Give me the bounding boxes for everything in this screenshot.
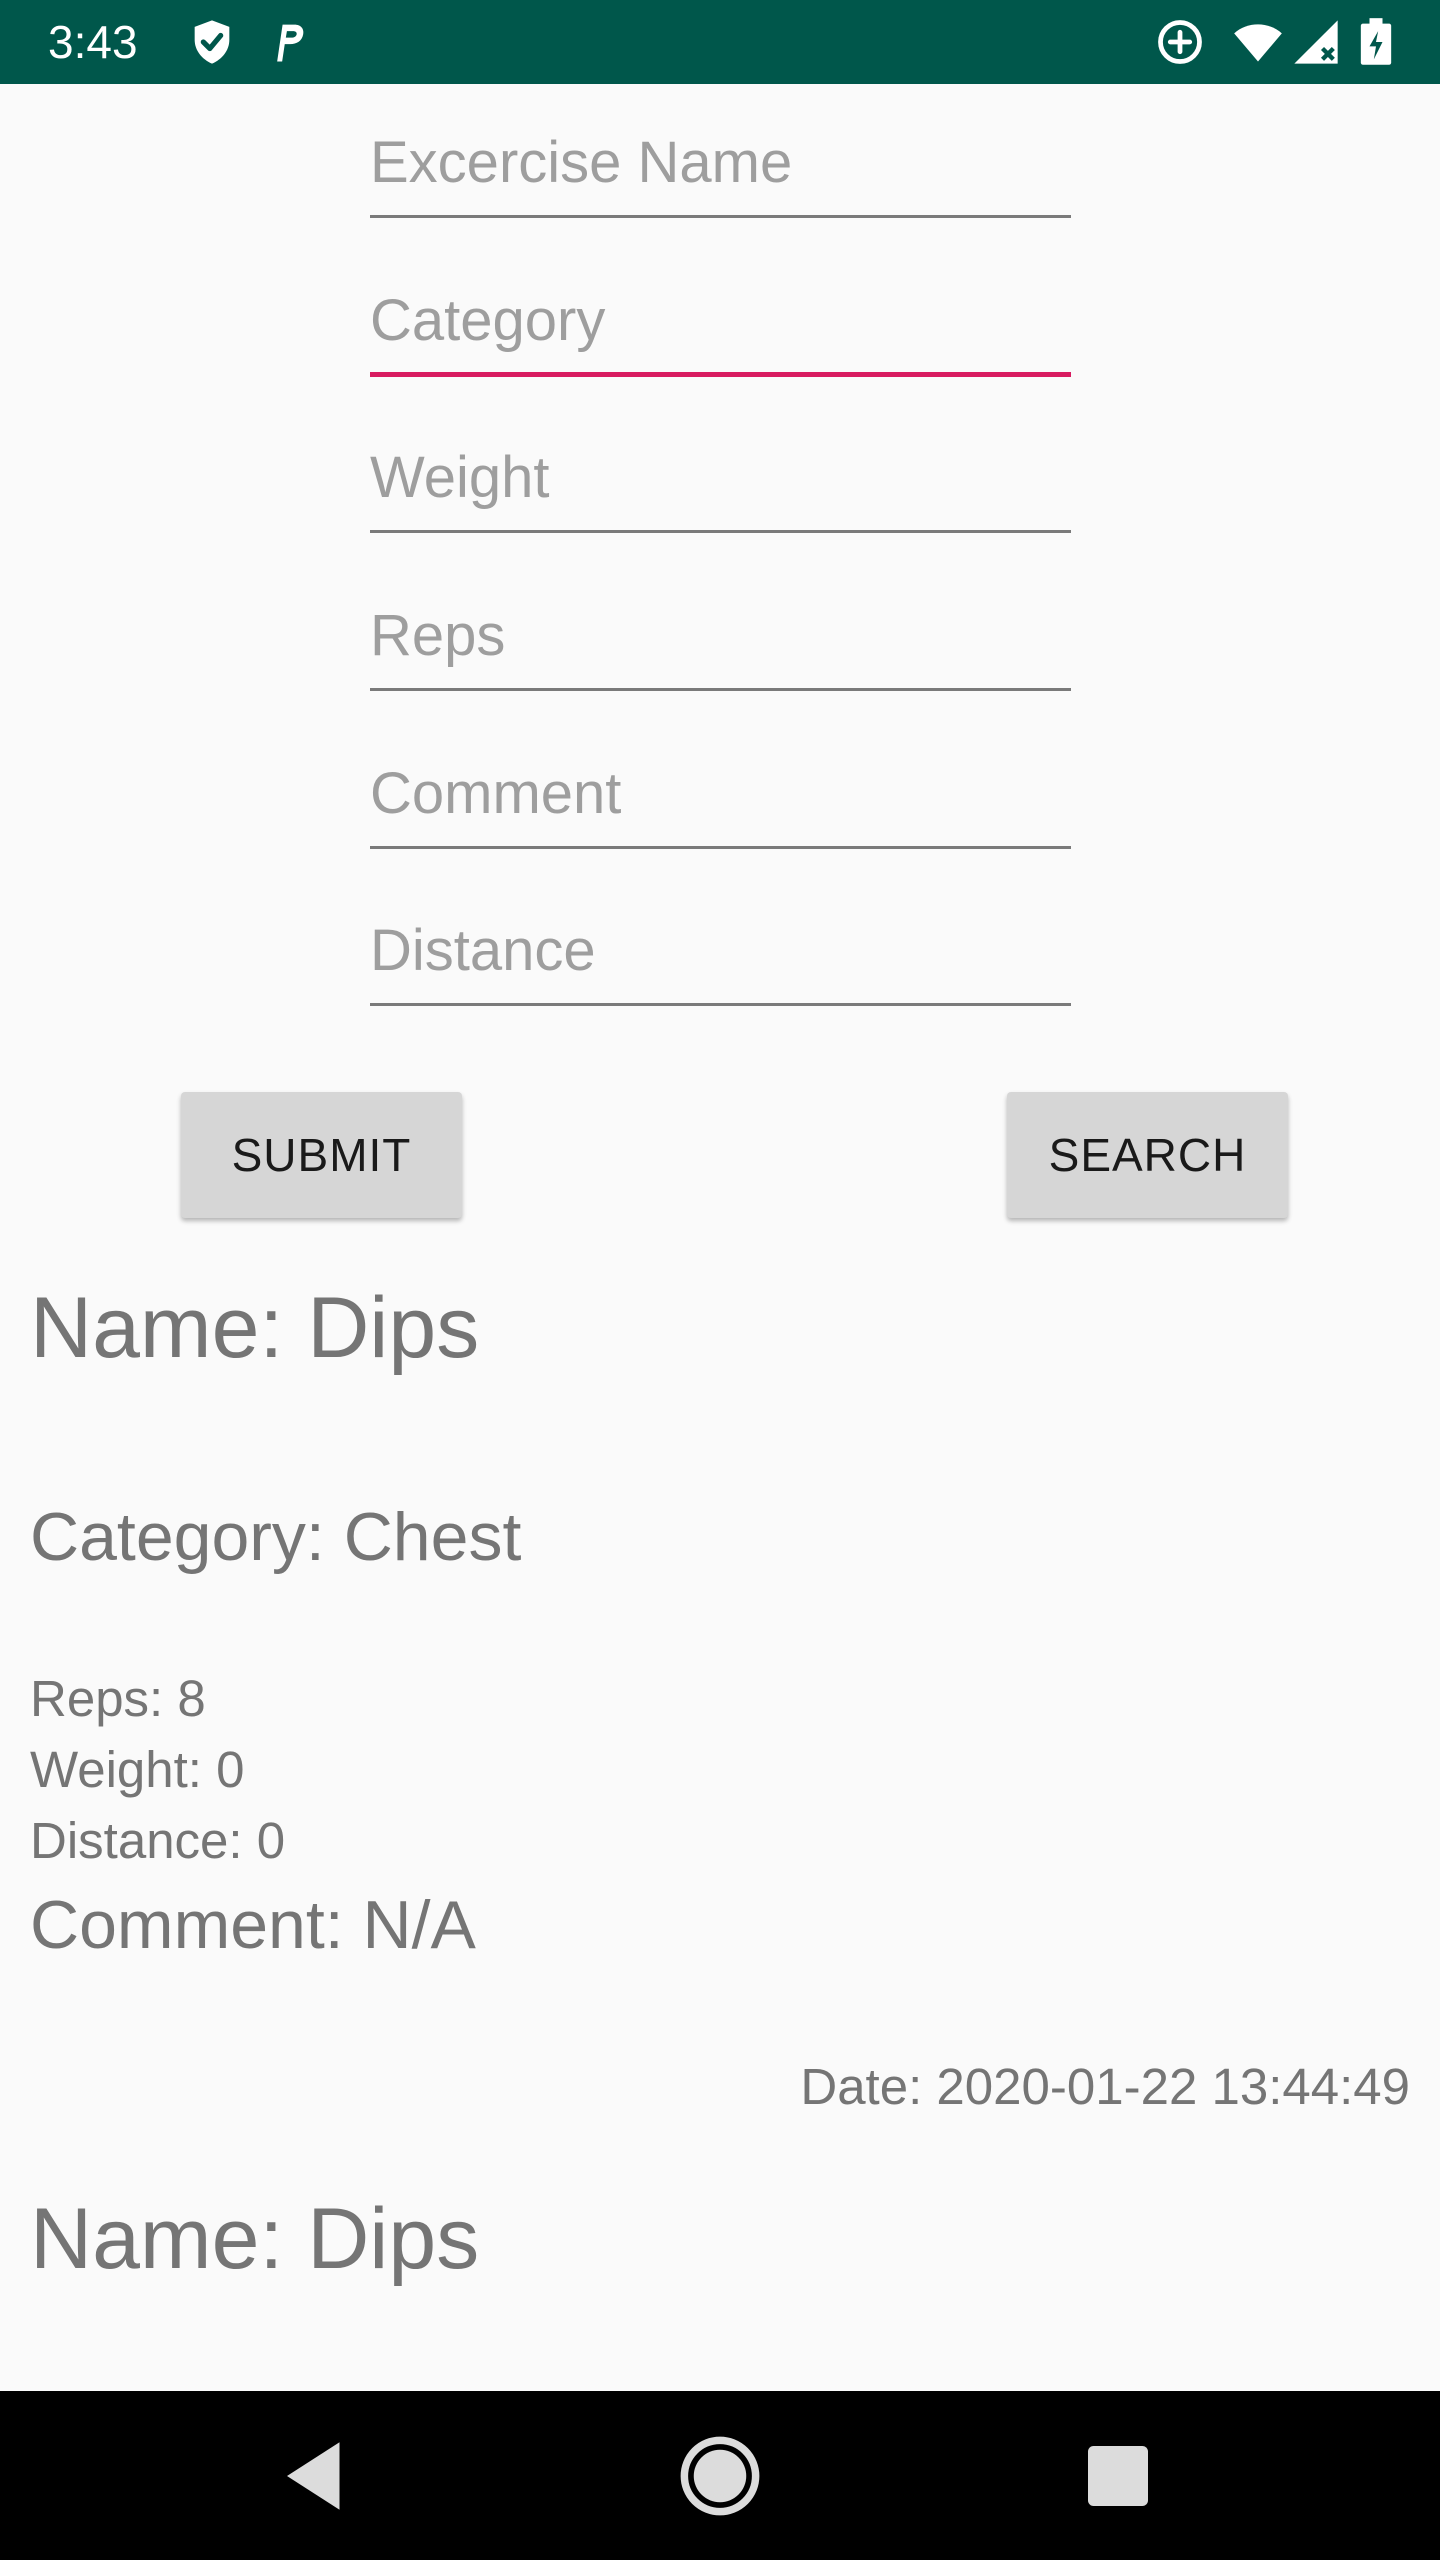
- field-underline: [370, 1003, 1071, 1006]
- field-underline: [370, 530, 1071, 533]
- navigation-bar: [0, 2391, 1440, 2560]
- field-underline: [370, 215, 1071, 218]
- exercise-category-text: Category: Chest: [30, 1499, 522, 1575]
- status-time: 3:43: [48, 16, 138, 68]
- status-bar: 3:43: [0, 0, 1440, 84]
- comment-field[interactable]: [368, 741, 1071, 851]
- data-saver-icon: [1154, 16, 1206, 68]
- exercise-name-input[interactable]: [368, 110, 1071, 214]
- exercise-name-field[interactable]: [368, 110, 1071, 220]
- submit-button[interactable]: SUBMIT: [181, 1092, 462, 1218]
- exercise-name-text: Name: Dips: [30, 2191, 480, 2287]
- exercise-name-text: Name: Dips: [30, 1280, 480, 1376]
- exercise-reps-text: Reps: 8: [30, 1670, 206, 1727]
- shield-check-icon: [186, 16, 238, 68]
- distance-input[interactable]: [368, 898, 1071, 1002]
- exercise-distance-text: Distance: 0: [30, 1812, 286, 1869]
- search-button[interactable]: SEARCH: [1007, 1092, 1288, 1218]
- category-input[interactable]: [368, 268, 1071, 372]
- wifi-icon: [1232, 16, 1284, 68]
- reps-input[interactable]: [368, 583, 1071, 687]
- app-screen: 3:43 Excercise Name Category Weight Reps…: [0, 0, 1440, 2560]
- cell-signal-icon: [1290, 16, 1342, 68]
- exercise-comment-text: Comment: N/A: [30, 1887, 476, 1963]
- field-underline-focused: [370, 372, 1071, 377]
- home-circle-icon[interactable]: [675, 2431, 765, 2521]
- exercise-date-text: Date: 2020-01-22 13:44:49: [800, 2058, 1410, 2115]
- battery-charging-icon: [1350, 16, 1402, 68]
- back-triangle-icon[interactable]: [272, 2431, 362, 2521]
- category-field[interactable]: [368, 268, 1071, 378]
- exercise-weight-text: Weight: 0: [30, 1741, 245, 1798]
- reps-field[interactable]: [368, 583, 1071, 693]
- comment-input[interactable]: [368, 741, 1071, 845]
- weight-field[interactable]: [368, 425, 1071, 535]
- field-underline: [370, 846, 1071, 849]
- distance-field[interactable]: [368, 898, 1071, 1008]
- weight-input[interactable]: [368, 425, 1071, 529]
- recents-square-icon[interactable]: [1073, 2431, 1163, 2521]
- parking-p-icon: [262, 16, 314, 68]
- field-underline: [370, 688, 1071, 691]
